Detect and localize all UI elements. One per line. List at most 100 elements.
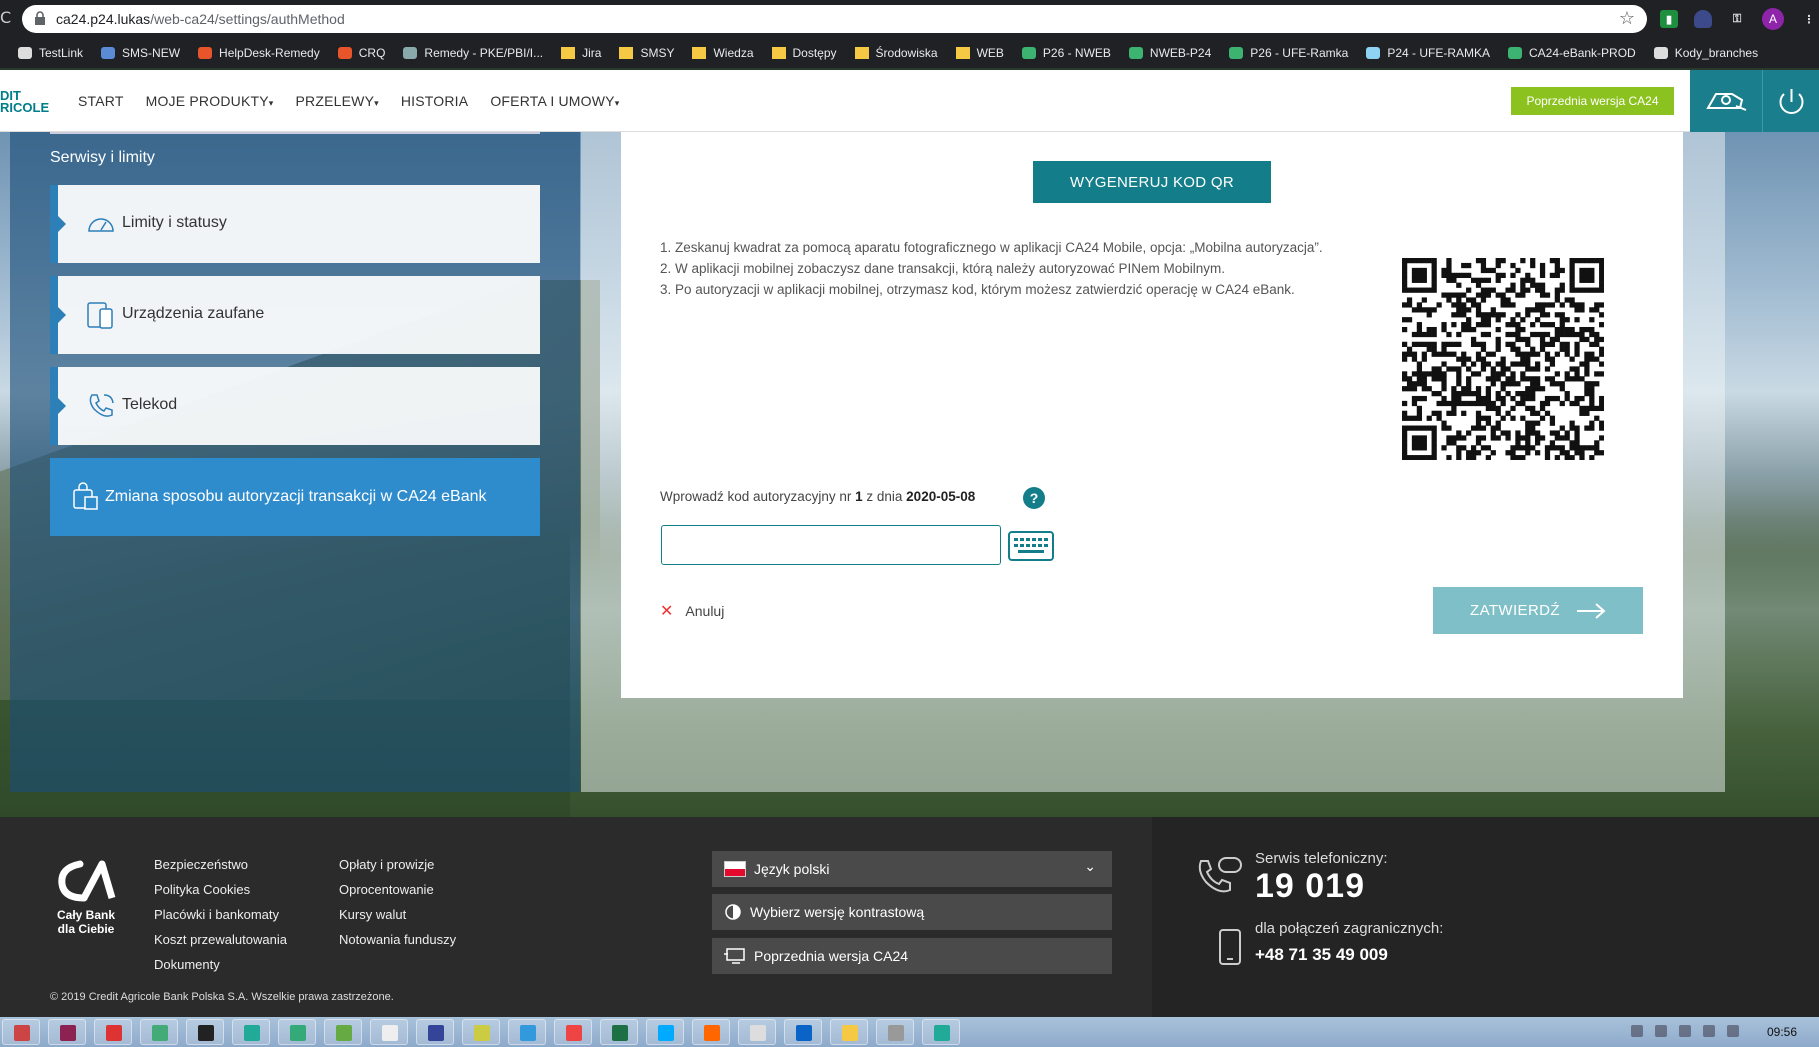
phone-service-number: 19 019 (1255, 867, 1365, 905)
code-label-mid: z dnia (866, 489, 903, 504)
sidebar-item-trusted-devices[interactable]: Urządzenia zaufane (50, 276, 540, 354)
taskbar-app[interactable] (186, 1019, 224, 1045)
nav-item[interactable]: HISTORIA (401, 93, 468, 109)
contrast-button[interactable]: Wybierz wersję kontrastową (712, 894, 1112, 930)
bookmark-item[interactable]: P26 - UFE-Ramka (1229, 46, 1348, 60)
taskbar-app[interactable] (554, 1019, 592, 1045)
generate-qr-button[interactable]: WYGENERUJ KOD QR (1033, 161, 1271, 203)
footer-link[interactable]: Kursy walut (339, 902, 456, 927)
virtual-keyboard-icon[interactable] (1008, 531, 1054, 561)
instruction-step: 2. W aplikacji mobilnej zobaczysz dane t… (660, 261, 1225, 276)
extension-icon[interactable]: ▮ (1660, 10, 1678, 28)
taskbar-app[interactable] (830, 1019, 868, 1045)
bookmark-star-icon[interactable]: ☆ (1619, 8, 1635, 29)
taskbar-app[interactable] (876, 1019, 914, 1045)
taskbar-app[interactable] (600, 1019, 638, 1045)
diamond-icon (101, 47, 116, 59)
taskbar-app[interactable] (370, 1019, 408, 1045)
language-select[interactable]: Język polski ⌄ (712, 851, 1112, 887)
bookmark-item[interactable]: TestLink (18, 46, 83, 60)
footer-link[interactable]: Dokumenty (154, 952, 287, 977)
tray-display-icon[interactable] (1679, 1025, 1691, 1037)
bookmark-label: CRQ (358, 46, 386, 60)
footer-link[interactable]: Notowania funduszy (339, 927, 456, 952)
menu-icon[interactable]: ⋮ (1800, 10, 1818, 28)
bookmark-item[interactable]: Środowiska (854, 46, 938, 60)
nav-item[interactable]: START (78, 93, 124, 109)
confirm-button[interactable]: ZATWIERDŹ (1433, 587, 1643, 634)
taskbar-app[interactable] (922, 1019, 960, 1045)
bank-logo[interactable]: DIT RICOLE (0, 89, 49, 114)
firefox-icon (704, 1025, 720, 1041)
avatar[interactable]: A (1762, 8, 1784, 30)
nav-item[interactable]: MOJE PRODUKTY▾ (146, 93, 274, 109)
gauge-icon (88, 218, 114, 232)
clock[interactable]: 09:56 (1767, 1025, 1797, 1039)
bookmark-item[interactable]: CA24-eBank-PROD (1508, 46, 1636, 60)
abroad-label: dla połączeń zagranicznych: (1255, 920, 1444, 937)
address-bar[interactable]: ca24.p24.lukas/web-ca24/settings/authMet… (22, 5, 1647, 33)
tray-network-icon[interactable] (1703, 1025, 1715, 1037)
taskbar-app[interactable] (94, 1019, 132, 1045)
bookmark-item[interactable]: WEB (955, 46, 1004, 60)
contrast-label: Wybierz wersję kontrastową (750, 904, 925, 920)
taskbar-app[interactable] (48, 1019, 86, 1045)
archive-icon (60, 1025, 76, 1041)
taskbar-app[interactable] (140, 1019, 178, 1045)
taskbar-app[interactable] (232, 1019, 270, 1045)
footer-link[interactable]: Bezpieczeństwo (154, 852, 287, 877)
taskbar-app[interactable] (416, 1019, 454, 1045)
nav-item[interactable]: OFERTA I UMOWY▾ (490, 93, 619, 109)
footer-link[interactable]: Opłaty i prowizje (339, 852, 456, 877)
auth-code-input[interactable] (661, 525, 1001, 565)
tray-app-icon[interactable] (1655, 1025, 1667, 1037)
start-icon (14, 1025, 30, 1041)
caret-down-icon: ▾ (374, 98, 379, 108)
bookmark-item[interactable]: Remedy - PKE/PBI/I... (403, 46, 543, 60)
sidebar-item-auth-method[interactable]: Zmiana sposobu autoryzacji transakcji w … (50, 458, 540, 536)
bookmark-item[interactable]: Dostępy (771, 46, 837, 60)
bookmark-item[interactable]: Wiedza (692, 46, 754, 60)
mailbox-button[interactable] (1690, 70, 1762, 132)
taskbar-app[interactable] (646, 1019, 684, 1045)
bookmark-item[interactable]: SMSY (619, 46, 674, 60)
cancel-button[interactable]: ✕ Anuluj (660, 601, 724, 620)
taskbar-app[interactable] (692, 1019, 730, 1045)
taskbar-app[interactable] (508, 1019, 546, 1045)
reload-icon[interactable]: C (0, 8, 11, 27)
taskbar-app[interactable] (324, 1019, 362, 1045)
github-icon (1653, 47, 1668, 59)
notepad-icon (474, 1025, 490, 1041)
footer-link[interactable]: Koszt przewalutowania (154, 927, 287, 952)
bookmark-item[interactable]: CRQ (337, 46, 386, 60)
taskbar-app[interactable] (738, 1019, 776, 1045)
sidebar-item-telekod[interactable]: Telekod (50, 367, 540, 445)
volume-icon[interactable] (1727, 1025, 1739, 1037)
sidebar-item-limits[interactable]: Limity i statusy (50, 185, 540, 263)
footer-link[interactable]: Polityka Cookies (154, 877, 287, 902)
bookmark-item[interactable]: P24 - UFE-RAMKA (1366, 46, 1490, 60)
logout-button[interactable] (1762, 70, 1819, 132)
footer-link[interactable]: Oprocentowanie (339, 877, 456, 902)
excel-icon (612, 1025, 628, 1041)
taskbar-app[interactable] (2, 1019, 40, 1045)
previous-version-button[interactable]: Poprzednia wersja CA24 (1511, 87, 1674, 115)
taskbar-app[interactable] (278, 1019, 316, 1045)
footer-link[interactable]: Placówki i bankomaty (154, 902, 287, 927)
bookmark-item[interactable]: HelpDesk-Remedy (198, 46, 320, 60)
help-icon[interactable]: ? (1023, 487, 1045, 509)
shield-extension-icon[interactable] (1694, 10, 1712, 28)
key-icon[interactable]: ⚿ (1728, 10, 1746, 28)
bookmark-item[interactable]: P26 - NWEB (1021, 46, 1111, 60)
mobile-phone-icon (1219, 929, 1241, 965)
tray-arrow-icon[interactable] (1631, 1025, 1643, 1037)
bookmark-item[interactable]: Kody_branches (1653, 46, 1758, 60)
bookmark-item[interactable]: Jira (561, 46, 601, 60)
nav-item-label: MOJE PRODUKTY (145, 93, 269, 109)
taskbar-app[interactable] (784, 1019, 822, 1045)
bookmark-item[interactable]: NWEB-P24 (1128, 46, 1211, 60)
taskbar-app[interactable] (462, 1019, 500, 1045)
footer-previous-version-button[interactable]: Poprzednia wersja CA24 (712, 938, 1112, 974)
nav-item[interactable]: PRZELEWY▾ (296, 93, 379, 109)
bookmark-item[interactable]: SMS-NEW (101, 46, 180, 60)
